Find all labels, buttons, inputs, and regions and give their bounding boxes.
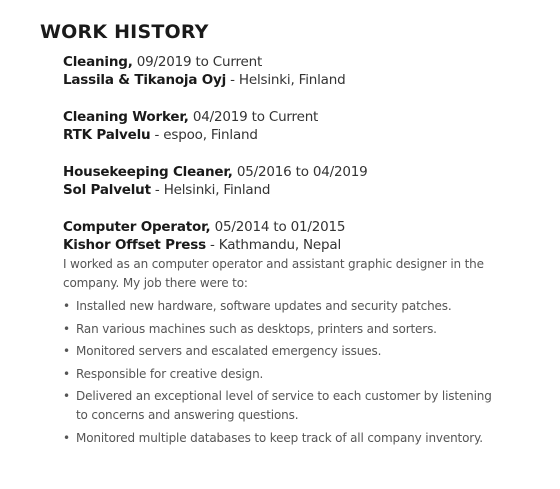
list-item: • Delivered an exceptional level of servi… [63,387,503,425]
bullet-icon: • [63,366,70,381]
job-list: Cleaning, 09/2019 to Current Lassila & T… [40,53,540,448]
job-location: - Helsinki, Finland [226,72,346,88]
bullet-icon: • [63,321,70,336]
job-title-line: Cleaning Worker, 04/2019 to Current [63,108,540,126]
duty-text: Delivered an exceptional level of servic… [76,389,492,422]
bullet-icon: • [63,299,70,313]
job-employer: Kishor Offset Press [63,237,206,253]
list-item: • Responsible for creative design. [63,365,503,384]
duty-text: Installed new hardware, software updates… [76,299,452,313]
job-dates: 05/2016 to 04/2019 [232,164,368,180]
job-employer-line: Kishor Offset Press - Kathmandu, Nepal [63,236,540,254]
job-dates: 04/2019 to Current [188,109,319,125]
job-employer: Lassila & Tikanoja Oyj [63,72,227,88]
job-duties-list: • Installed new hardware, software update… [63,297,503,448]
job-entry: Computer Operator, 05/2014 to 01/2015 Ki… [63,218,540,448]
duty-text: Responsible for creative design. [76,366,264,381]
list-item: • Monitored servers and escalated emergen… [63,342,503,361]
job-location: - Kathmandu, Nepal [205,237,341,253]
section-title: WORK HISTORY [40,21,209,43]
job-title: Computer Operator, [63,219,211,235]
job-title: Cleaning, [63,54,133,70]
job-employer-line: RTK Palvelu - espoo, Finland [63,126,540,144]
job-employer: Sol Palvelut [63,182,151,198]
list-item: • Ran various machines such as desktops, … [63,320,503,339]
job-entry: Cleaning Worker, 04/2019 to Current RTK … [63,108,540,144]
list-item: • Installed new hardware, software update… [63,297,503,316]
job-entry: Cleaning, 09/2019 to Current Lassila & T… [63,53,540,89]
job-title: Cleaning Worker, [63,109,189,125]
job-location: - espoo, Finland [150,127,258,143]
job-title-line: Cleaning, 09/2019 to Current [63,53,540,71]
job-description: I worked as an computer operator and ass… [63,257,484,290]
job-employer-line: Sol Palvelut - Helsinki, Finland [63,181,540,199]
list-item: • Monitored multiple databases to keep tr… [63,429,503,448]
bullet-icon: • [63,430,70,445]
job-title-line: Housekeeping Cleaner, 05/2016 to 04/2019 [63,163,540,181]
bullet-icon: • [63,389,70,403]
job-title-line: Computer Operator, 05/2014 to 01/2015 [63,218,540,236]
job-dates: 05/2014 to 01/2015 [210,219,346,235]
duty-text: Monitored servers and escalated emergenc… [76,344,382,358]
job-location: - Helsinki, Finland [150,182,271,198]
duty-text: Monitored multiple databases to keep tra… [76,430,483,445]
work-history-section: WORK HISTORY Cleaning, 09/2019 to Curren… [40,20,540,467]
job-dates: 09/2019 to Current [132,54,263,70]
job-employer: RTK Palvelu [63,127,151,143]
duty-text: Ran various machines such as desktops, p… [76,321,437,336]
job-employer-line: Lassila & Tikanoja Oyj - Helsinki, Finla… [63,71,540,89]
bullet-icon: • [63,344,70,358]
job-entry: Housekeeping Cleaner, 05/2016 to 04/2019… [63,163,540,199]
job-title: Housekeeping Cleaner, [63,164,233,180]
